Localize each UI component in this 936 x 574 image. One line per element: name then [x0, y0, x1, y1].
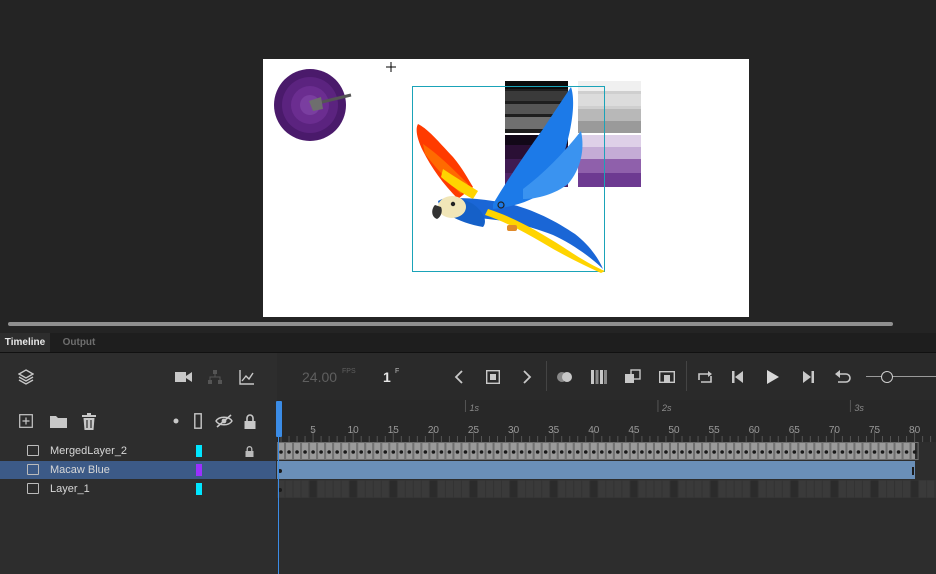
layer-name[interactable]: Layer_1 [50, 483, 90, 495]
frames-row-mergedlayer-2[interactable] [277, 442, 936, 460]
eye-hide-icon[interactable] [214, 412, 234, 430]
stage-area [0, 0, 936, 332]
loop-icon[interactable] [696, 368, 714, 386]
ruler-frame-label: 75 [868, 425, 881, 436]
ruler-frame-label: 25 [467, 425, 480, 436]
fps-value[interactable]: 24.00 [302, 369, 337, 385]
layer-type-icon [27, 445, 39, 456]
add-layer-icon[interactable] [17, 412, 35, 430]
ruler-second-label: 2s [661, 403, 672, 413]
timeline-toolbar-left [0, 353, 276, 400]
ruler-frame-label: 65 [788, 425, 800, 436]
folder-icon[interactable] [48, 412, 68, 430]
dot-icon[interactable] [170, 412, 182, 430]
ruler-second-label: 1s [469, 403, 479, 413]
ruler-frame-label: 70 [828, 425, 840, 436]
ruler-frame-label: 30 [508, 425, 520, 436]
stop-icon[interactable] [484, 368, 502, 386]
layer-name[interactable]: MergedLayer_2 [50, 445, 127, 457]
ruler-frame-label: 40 [588, 425, 600, 436]
layer-type-icon [27, 464, 39, 475]
layer-color-swatch[interactable] [196, 464, 202, 476]
trash-icon[interactable] [80, 411, 98, 431]
parenting-icon[interactable] [205, 367, 225, 387]
current-frame[interactable]: 1 [383, 369, 391, 385]
ruler-frame-label: 45 [628, 425, 640, 436]
layer-lock-icon[interactable] [243, 444, 255, 458]
ruler-frame-label: 55 [708, 425, 720, 436]
layer-row-mergedlayer-2[interactable]: MergedLayer_2 [0, 442, 276, 460]
ruler-frame-label: 15 [387, 425, 399, 436]
playhead-handle[interactable] [276, 401, 282, 437]
layer-type-icon [27, 483, 39, 494]
panel-tabs: Timeline Output [0, 333, 936, 353]
step-forward-icon[interactable] [798, 368, 816, 386]
lock-icon[interactable] [242, 412, 258, 430]
center-frame-icon[interactable] [658, 368, 676, 386]
ruler-frame-label: 10 [347, 425, 359, 436]
layer-row-macaw-blue[interactable]: Macaw Blue [0, 461, 276, 479]
chevron-right-icon[interactable] [518, 368, 536, 386]
frames-track [277, 442, 919, 460]
layer-color-swatch[interactable] [196, 483, 202, 495]
ruler-frame-label: 35 [548, 425, 560, 436]
frames-row-layer-1[interactable] [277, 480, 936, 498]
undo-icon[interactable] [834, 368, 852, 386]
stage-artwork [274, 62, 641, 273]
ruler-frame-label: 60 [748, 425, 760, 436]
layers-icon[interactable] [16, 367, 36, 387]
zoom-slider-knob[interactable] [881, 371, 893, 383]
graph-icon[interactable] [237, 367, 257, 387]
stage-canvas[interactable] [263, 59, 749, 317]
onion-skin-icon[interactable] [556, 368, 574, 386]
layers-header [0, 400, 276, 442]
frames-row-macaw-blue[interactable] [277, 461, 936, 479]
step-back-icon[interactable] [730, 368, 748, 386]
camera-icon[interactable] [173, 367, 193, 387]
ruler-frame-label: 5 [310, 425, 316, 436]
frame-unit: F [395, 368, 400, 375]
frames-track [277, 461, 915, 479]
fps-unit: FPS [342, 368, 356, 375]
layer-color-swatch[interactable] [196, 445, 202, 457]
ruler-second-label: 3s [854, 403, 864, 413]
ruler-frame-label: 80 [909, 425, 921, 436]
edit-multiple-icon[interactable] [624, 368, 642, 386]
chevron-left-icon[interactable] [450, 368, 468, 386]
target-graphic [274, 69, 352, 141]
crosshair-cursor [386, 62, 396, 72]
toolbar-divider [546, 361, 547, 391]
play-icon[interactable] [764, 368, 782, 386]
outline-icon[interactable] [191, 412, 205, 430]
ruler-frame-label: 20 [427, 425, 439, 436]
tab-output[interactable]: Output [56, 333, 102, 352]
frames-track [277, 480, 936, 498]
layer-row-layer-1[interactable]: Layer_1 [0, 480, 276, 498]
tab-timeline[interactable]: Timeline [0, 333, 50, 352]
layer-name[interactable]: Macaw Blue [50, 464, 110, 476]
horizontal-scrollbar[interactable] [8, 322, 893, 326]
ruler-frame-label: 50 [668, 425, 680, 436]
zoom-slider-track[interactable] [866, 376, 936, 377]
onion-markers-icon[interactable] [590, 368, 608, 386]
toolbar-divider [686, 361, 687, 391]
